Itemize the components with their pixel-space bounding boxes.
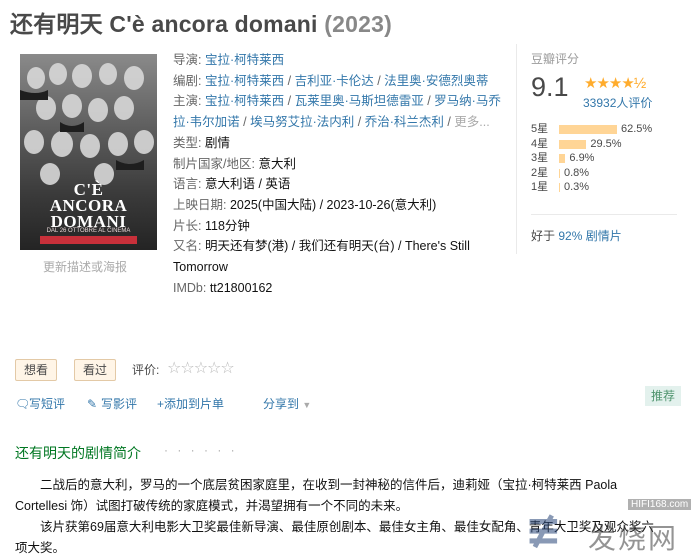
rating-bar-percent: 6.9% (569, 152, 595, 164)
divider (531, 214, 677, 215)
rating-panel: 豆瓣评分 9.1 ★★★★½ 33932人评价 5星 62.5% 4星 29.5% 3星… (516, 44, 677, 254)
better-than: 好于 92% 剧情片 (531, 229, 622, 243)
watermark-url: HIFI168.com (628, 499, 692, 510)
cast-link[interactable]: 瓦莱里奥·马斯坦德雷亚 (295, 94, 424, 108)
poster-faces-image (20, 63, 154, 185)
rating-score: 9.1 (531, 72, 569, 102)
rating-bar-percent: 29.5% (590, 137, 622, 150)
director-label: 导演 (173, 53, 199, 67)
movie-poster[interactable]: C'È ANCORA DOMANI DAL 26 OTTOBRE AL CINEM… (20, 54, 157, 250)
language-label: 语言: (173, 177, 202, 192)
writer-row: 编剧: 宝拉·柯特莱西 / 吉利亚·卡伦达 / 法里奥·安德烈奥蒂 (173, 73, 489, 88)
comment-icon: 🗨 (15, 397, 31, 411)
movie-year: (2023) (324, 11, 392, 37)
rating-bar-row: 3星 6.9% (531, 151, 681, 166)
rating-bar-percent: 0.3% (564, 181, 590, 193)
poster-title: C'È ANCORA DOMANI (49, 180, 128, 231)
synopsis-dots: · · · · · · (164, 443, 238, 457)
add-to-list-link[interactable]: +添加到片单 (157, 395, 224, 412)
runtime-row: 片长: 118分钟 (173, 216, 503, 237)
genre-value: 剧情 (204, 135, 230, 150)
rating-bar (559, 125, 617, 134)
cast-row: 主演: 宝拉·柯特莱西 / 瓦莱里奥·马斯坦德雷亚 / 罗马纳·马乔拉·韦尔加诺… (173, 94, 501, 130)
rating-bar-label: 2星 (531, 166, 549, 179)
chevron-down-icon: ▼ (302, 400, 312, 410)
watermark: ≢ HIFI168.com 发烧网 (525, 495, 692, 559)
country-label: 制片国家/地区: (173, 156, 255, 171)
page-title: 还有明天 C'è ancora domani (2023) (10, 5, 392, 39)
rating-bar (559, 154, 566, 163)
rate-label: 评价: (132, 363, 160, 377)
genre-label: 类型: (173, 135, 202, 150)
movie-title: 还有明天 C'è ancora domani (10, 11, 318, 37)
pencil-icon: ✎ (87, 397, 98, 411)
share-link[interactable]: 分享到 ▼ (263, 395, 311, 412)
language-value: 意大利语 / 英语 (204, 177, 291, 192)
genre-row: 类型: 剧情 (173, 133, 503, 154)
aka-row: 又名: 明天还有梦(港) / 我们还有明天(台) / There's Still… (173, 236, 503, 277)
rate-stars-input[interactable]: ☆☆☆☆☆ (167, 358, 235, 378)
cast-more-link[interactable]: 更多... (454, 115, 489, 129)
country-value: 意大利 (258, 156, 296, 171)
want-button[interactable]: 想看 (15, 359, 58, 381)
imdb-row: IMDb: tt21800162 (173, 278, 503, 299)
aka-label: 又名: (173, 239, 202, 254)
imdb-label: IMDb: (173, 280, 207, 295)
rating-bar-row: 2星 0.8% (531, 166, 681, 181)
rating-bar-row: 1星 0.3% (531, 180, 681, 195)
language-row: 语言: 意大利语 / 英语 (173, 174, 503, 195)
rating-bar (559, 183, 560, 192)
release-value: 2025(中国大陆) / 2023-10-26(意大利) (229, 197, 437, 212)
rating-count-link[interactable]: 33932人评价 (583, 94, 652, 111)
writer-link[interactable]: 吉利亚·卡伦达 (295, 74, 374, 88)
writer-link[interactable]: 法里奥·安德烈奥蒂 (384, 74, 488, 88)
director-link[interactable]: 宝拉·柯特莱西 (205, 53, 284, 67)
rating-breakdown: 5星 62.5% 4星 29.5% 3星 6.9% 2星 0.8% 1星 0.3% (531, 122, 681, 195)
writer-label: 编剧 (173, 73, 199, 88)
recommend-button[interactable]: 推荐 (645, 386, 682, 406)
watermark-logo-icon: ≢ (525, 505, 562, 556)
rating-bar-percent: 0.8% (564, 166, 590, 179)
watched-button[interactable]: 看过 (74, 359, 117, 381)
watermark-text: 发烧网 (588, 523, 679, 554)
rating-bar-label: 4星 (531, 137, 549, 150)
runtime-label: 片长: (173, 218, 202, 233)
rating-bar-label: 3星 (531, 152, 549, 164)
rating-label: 豆瓣评分 (531, 52, 580, 66)
country-row: 制片国家/地区: 意大利 (173, 154, 503, 175)
short-review-link[interactable]: 🗨写短评 (15, 395, 65, 412)
runtime-value: 118分钟 (204, 218, 250, 233)
cast-link[interactable]: 乔治·科兰杰利 (365, 115, 444, 129)
synopsis-title: 还有明天的剧情简介 (15, 445, 141, 461)
poster-subtitle: DAL 26 OTTOBRE AL CINEMA (46, 228, 131, 234)
rating-bar-percent: 62.5% (621, 123, 653, 135)
director-row: 导演: 宝拉·柯特莱西 (173, 53, 285, 67)
cast-link[interactable]: 宝拉·柯特莱西 (205, 94, 284, 108)
cast-label: 主演 (173, 94, 199, 109)
rating-bar-row: 5星 62.5% (531, 122, 681, 137)
rating-bar (559, 168, 560, 178)
rating-bar-label: 1星 (531, 181, 549, 193)
aka-value: 明天还有梦(港) / 我们还有明天(台) / There's Still Tom… (173, 239, 470, 275)
release-row: 上映日期: 2025(中国大陆) / 2023-10-26(意大利) (173, 195, 503, 216)
rating-stars-icon: ★★★★½ (584, 75, 646, 92)
rating-bar (559, 139, 587, 149)
cast-link[interactable]: 埃马努艾拉·法内利 (250, 115, 354, 129)
movie-info: 导演: 宝拉·柯特莱西 编剧: 宝拉·柯特莱西 / 吉利亚·卡伦达 / 法里奥·… (173, 50, 503, 298)
better-than-link[interactable]: 92% 剧情片 (558, 229, 621, 243)
rating-bar-row: 4星 29.5% (531, 137, 681, 152)
release-label: 上映日期: (173, 197, 227, 212)
update-poster-link[interactable]: 更新描述或海报 (43, 258, 127, 275)
writer-link[interactable]: 宝拉·柯特莱西 (205, 74, 284, 88)
review-link[interactable]: ✎ 写影评 (87, 395, 137, 412)
imdb-value: tt21800162 (209, 280, 273, 295)
rating-bar-label: 5星 (531, 123, 549, 135)
poster-band (40, 236, 137, 244)
